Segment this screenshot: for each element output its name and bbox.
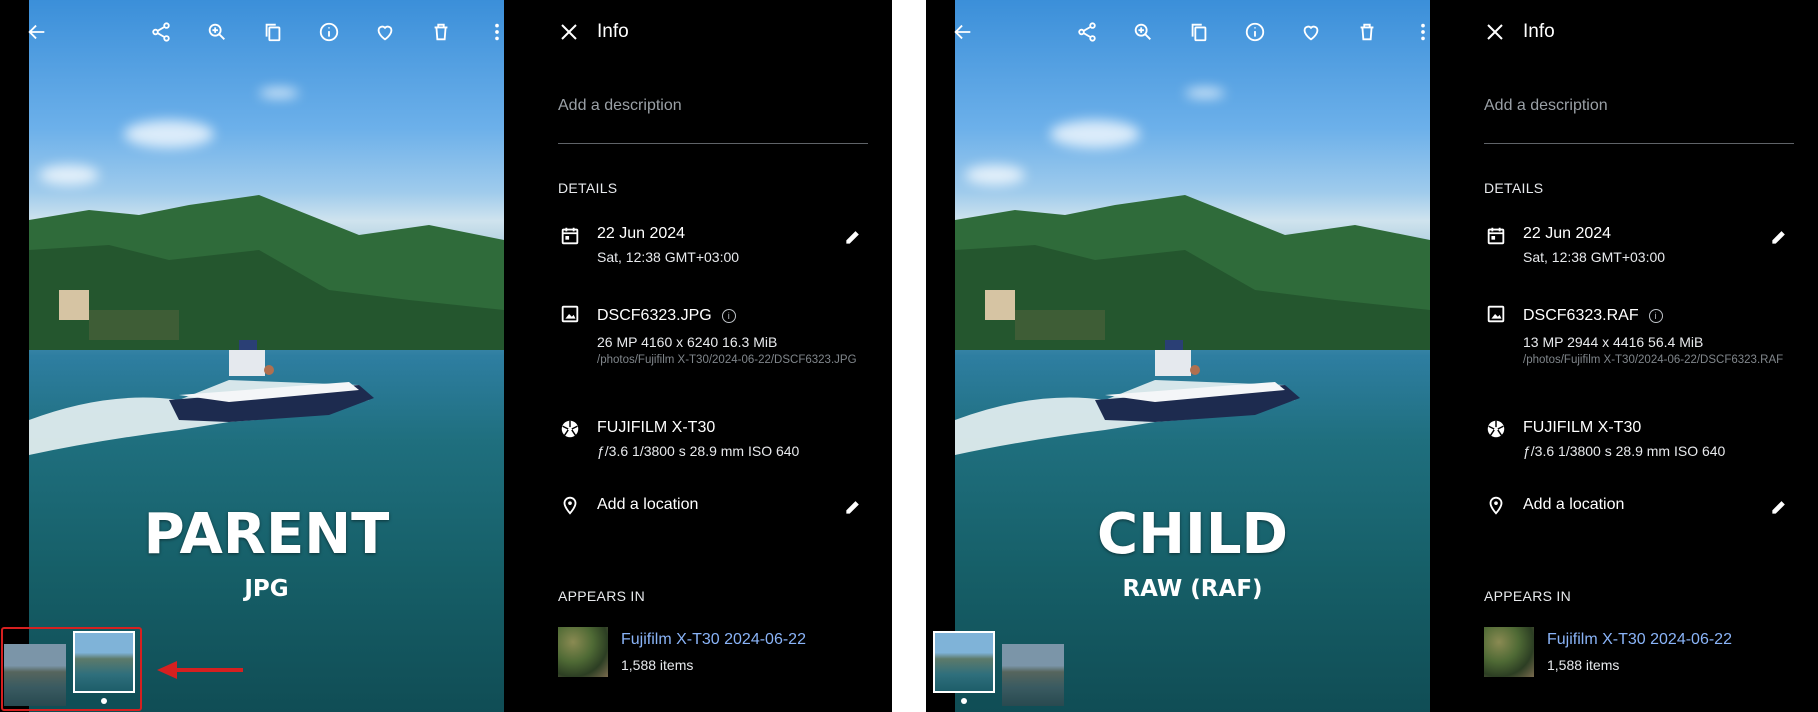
description-underline <box>558 143 868 144</box>
child-viewer-panel: CHILD RAW (RAF) Info Add a description D… <box>926 0 1818 712</box>
image-icon <box>1485 303 1507 325</box>
photo-boat-lake[interactable]: PARENT JPG <box>29 0 504 712</box>
highlight-box <box>1 627 142 711</box>
location-pin-icon <box>559 494 581 516</box>
share-icon[interactable] <box>146 17 176 47</box>
date-subtext: Sat, 12:38 GMT+03:00 <box>1523 249 1666 265</box>
add-location-link[interactable]: Add a location <box>1523 496 1624 514</box>
arrow-pointer-icon <box>157 661 243 679</box>
file-path: /photos/Fujifilm X-T30/2024-06-22/DSCF63… <box>597 354 857 366</box>
parent-viewer-panel: PARENT JPG Info Add a description DETAIL… <box>0 0 892 712</box>
close-icon[interactable] <box>557 20 581 44</box>
overlay-title: PARENT <box>143 502 390 567</box>
zoom-in-icon[interactable] <box>202 17 232 47</box>
photo-boat-lake[interactable]: CHILD RAW (RAF) <box>955 0 1430 712</box>
description-underline <box>1484 143 1794 144</box>
thumbnail-jpg[interactable] <box>933 631 995 693</box>
camera-model: FUJIFILM X-T30 <box>597 419 716 436</box>
info-icon[interactable] <box>1240 17 1270 47</box>
filename-text: DSCF6323.RAF i <box>1523 307 1663 325</box>
date-text: 22 Jun 2024 <box>1523 225 1612 242</box>
photo-viewer: CHILD RAW (RAF) <box>926 0 1459 712</box>
favorite-icon[interactable] <box>370 17 400 47</box>
file-info-icon[interactable]: i <box>1648 308 1663 323</box>
date-text: 22 Jun 2024 <box>597 225 686 242</box>
overlay-subtitle: JPG <box>244 576 289 602</box>
album-thumbnail[interactable] <box>558 627 608 677</box>
file-info-icon[interactable]: i <box>721 308 736 323</box>
details-heading: DETAILS <box>558 180 618 196</box>
close-icon[interactable] <box>1483 20 1507 44</box>
appears-in-heading: APPEARS IN <box>558 588 646 604</box>
album-thumbnail[interactable] <box>1484 627 1534 677</box>
calendar-icon <box>559 225 581 247</box>
filename-label: DSCF6323.JPG <box>597 307 712 324</box>
more-vert-icon[interactable] <box>1408 17 1438 47</box>
camera-specs: ƒ/3.6 1/3800 s 28.9 mm ISO 640 <box>1523 443 1726 459</box>
appears-in-heading: APPEARS IN <box>1484 588 1572 604</box>
edit-date-icon[interactable] <box>1769 227 1789 247</box>
filename-label: DSCF6323.RAF <box>1523 307 1639 324</box>
copy-icon[interactable] <box>1184 17 1214 47</box>
copy-icon[interactable] <box>258 17 288 47</box>
file-specs: 13 MP 2944 x 4416 56.4 MiB <box>1523 334 1704 350</box>
info-panel: Info Add a description DETAILS 22 Jun 20… <box>1459 0 1818 712</box>
selected-indicator-dot <box>961 698 967 704</box>
edit-location-icon[interactable] <box>843 497 863 517</box>
favorite-icon[interactable] <box>1296 17 1326 47</box>
camera-aperture-icon <box>559 418 581 440</box>
edit-date-icon[interactable] <box>843 227 863 247</box>
share-icon[interactable] <box>1072 17 1102 47</box>
info-panel: Info Add a description DETAILS 22 Jun 20… <box>533 0 892 712</box>
overlay-subtitle: RAW (RAF) <box>1122 576 1263 602</box>
description-field[interactable]: Add a description <box>558 97 682 115</box>
delete-icon[interactable] <box>1352 17 1382 47</box>
date-subtext: Sat, 12:38 GMT+03:00 <box>597 249 740 265</box>
calendar-icon <box>1485 225 1507 247</box>
details-heading: DETAILS <box>1484 180 1544 196</box>
more-vert-icon[interactable] <box>482 17 512 47</box>
add-location-link[interactable]: Add a location <box>597 496 698 514</box>
back-arrow-icon[interactable] <box>22 17 52 47</box>
location-pin-icon <box>1485 494 1507 516</box>
photo-viewer: PARENT JPG <box>0 0 533 712</box>
delete-icon[interactable] <box>426 17 456 47</box>
filename-text: DSCF6323.JPG i <box>597 307 736 325</box>
album-link[interactable]: Fujifilm X-T30 2024-06-22 <box>621 631 806 649</box>
overlay-title: CHILD <box>1097 502 1288 567</box>
album-link[interactable]: Fujifilm X-T30 2024-06-22 <box>1547 631 1732 649</box>
camera-specs: ƒ/3.6 1/3800 s 28.9 mm ISO 640 <box>597 443 800 459</box>
info-title: Info <box>1523 21 1555 42</box>
camera-model: FUJIFILM X-T30 <box>1523 419 1642 436</box>
image-icon <box>559 303 581 325</box>
album-count: 1,588 items <box>621 657 694 673</box>
camera-aperture-icon <box>1485 418 1507 440</box>
file-specs: 26 MP 4160 x 6240 16.3 MiB <box>597 334 778 350</box>
back-arrow-icon[interactable] <box>948 17 978 47</box>
edit-location-icon[interactable] <box>1769 497 1789 517</box>
file-path: /photos/Fujifilm X-T30/2024-06-22/DSCF63… <box>1523 354 1784 366</box>
thumbnail-raw[interactable] <box>1002 644 1064 706</box>
album-count: 1,588 items <box>1547 657 1620 673</box>
description-field[interactable]: Add a description <box>1484 97 1608 115</box>
info-icon[interactable] <box>314 17 344 47</box>
zoom-in-icon[interactable] <box>1128 17 1158 47</box>
info-title: Info <box>597 21 629 42</box>
